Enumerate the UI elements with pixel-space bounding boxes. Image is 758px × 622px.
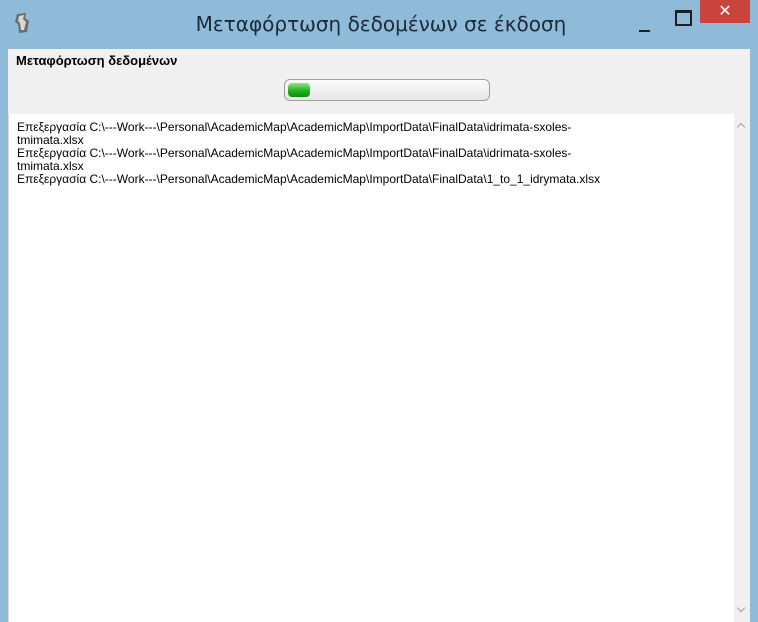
scroll-up-icon[interactable] — [734, 118, 750, 134]
progress-fill — [288, 83, 310, 97]
progress-bar — [284, 79, 490, 101]
window-title-text: Μεταφόρτωση δεδομένων σε έκδοση — [195, 12, 567, 36]
maximize-button[interactable] — [664, 6, 699, 34]
upload-panel: Μεταφόρτωση δεδομένων — [8, 49, 750, 114]
window-frame-left — [0, 49, 8, 622]
close-icon: ✕ — [718, 1, 732, 20]
window-frame-right — [750, 49, 758, 622]
log-line: Επεξεργασία C:\---Work---\Personal\Acade… — [17, 120, 572, 134]
log-line: Επεξεργασία C:\---Work---\Personal\Acade… — [17, 172, 601, 186]
scroll-down-icon[interactable] — [734, 602, 750, 618]
title-bar: Μεταφόρτωση δεδομένων σε έκδοση ✕ — [0, 0, 758, 49]
log-textbox[interactable]: Επεξεργασία C:\---Work---\Personal\Acade… — [8, 114, 735, 622]
minimize-button[interactable] — [627, 8, 662, 36]
panel-label: Μεταφόρτωση δεδομένων — [16, 53, 178, 68]
close-button[interactable]: ✕ — [700, 0, 750, 23]
vertical-scrollbar[interactable] — [734, 114, 750, 622]
log-line: Επεξεργασία C:\---Work---\Personal\Acade… — [17, 146, 572, 160]
